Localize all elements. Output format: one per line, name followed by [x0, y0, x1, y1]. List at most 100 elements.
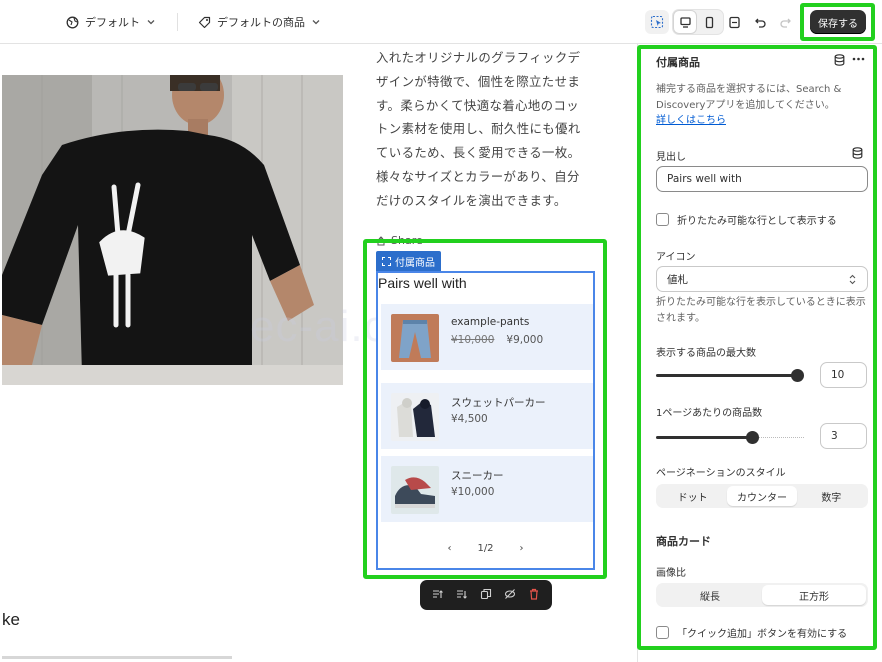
product-name: スウェットパーカー	[451, 397, 546, 409]
pagination-style-label: ページネーションのスタイル	[656, 468, 786, 479]
max-products-input[interactable]: 10	[820, 362, 867, 388]
collapsible-row-label: 折りたたみ可能な行として表示する	[677, 216, 837, 227]
per-page-input[interactable]: 3	[820, 423, 867, 449]
editor-topbar: デフォルト デフォルトの商品 保存する	[0, 0, 882, 44]
selected-block-tag[interactable]: 付属商品	[376, 251, 441, 271]
max-products-label: 表示する商品の最大数	[656, 348, 756, 359]
pagination: ‹ 1/2 ›	[378, 543, 593, 554]
pagination-option-counter[interactable]: カウンター	[727, 486, 797, 506]
preview-canvas: 入れたオリジナルのグラフィックデザインが特徴で、個性を際立たせます。柔らかくて快…	[0, 44, 637, 662]
topbar-divider	[177, 13, 178, 31]
learn-more-link[interactable]: 詳しくはこちら	[656, 115, 726, 126]
select-frame-icon	[382, 256, 391, 266]
slider-handle[interactable]	[746, 431, 759, 444]
slider-rest	[752, 437, 804, 438]
panel-title: 付属商品	[656, 56, 700, 69]
product-thumbnail	[391, 466, 439, 514]
tag-icon	[198, 16, 211, 29]
block-toolbar	[420, 580, 552, 610]
theme-label: デフォルト	[85, 16, 140, 29]
image-ratio-label: 画像比	[656, 568, 686, 579]
pagination-prev-button[interactable]: ‹	[447, 543, 451, 554]
product-price: ¥9,000	[506, 334, 544, 346]
share-icon	[376, 235, 386, 246]
block-tag-label: 付属商品	[395, 257, 435, 269]
duplicate-icon[interactable]	[480, 588, 492, 603]
icon-label: アイコン	[656, 252, 696, 263]
redo-button[interactable]	[773, 10, 797, 34]
per-page-slider[interactable]	[656, 429, 804, 445]
desktop-icon	[679, 16, 692, 29]
product-card[interactable]: スニーカー ¥10,000	[381, 456, 593, 522]
pagination-counter: 1/2	[477, 543, 494, 554]
ratio-option-portrait[interactable]: 縦長	[658, 585, 762, 605]
ratio-option-square[interactable]: 正方形	[762, 585, 866, 605]
move-down-icon[interactable]	[456, 588, 468, 603]
delete-icon[interactable]	[528, 588, 540, 603]
pagination-style-segmented: ドット カウンター 数字	[656, 484, 868, 508]
theme-selector[interactable]: デフォルト	[66, 12, 156, 32]
chevron-down-icon	[311, 17, 321, 27]
product-thumbnail	[391, 314, 439, 362]
heading-label: 見出し	[656, 152, 686, 163]
quick-add-label: 「クイック追加」ボタンを有効にする	[677, 629, 848, 640]
product-price: ¥4,500	[451, 413, 488, 425]
collapsible-row-checkbox[interactable]: 折りたたみ可能な行として表示する	[656, 212, 837, 227]
image-ratio-segmented: 縦長 正方形	[656, 583, 868, 607]
product-name: スニーカー	[451, 470, 504, 482]
move-up-icon[interactable]	[432, 588, 444, 603]
product-description: 入れたオリジナルのグラフィックデザインが特徴で、個性を際立たせます。柔らかくて快…	[376, 50, 581, 208]
compare-price: ¥10,000	[451, 334, 495, 346]
more-options-icon[interactable]	[852, 53, 865, 65]
checkbox[interactable]	[656, 213, 669, 226]
expand-icon	[728, 16, 741, 29]
icon-select[interactable]: 値札	[656, 266, 868, 292]
database-icon[interactable]	[852, 147, 863, 159]
settings-panel: 付属商品 補完する商品を選択するには、Search & Discoveryアプリ…	[637, 44, 882, 662]
pagination-option-numbers[interactable]: 数字	[797, 486, 866, 506]
mobile-view-button[interactable]	[697, 10, 721, 34]
quick-add-checkbox[interactable]: 「クイック追加」ボタンを有効にする	[656, 625, 847, 640]
globe-icon	[66, 16, 79, 29]
product-name: example-pants	[451, 316, 530, 328]
related-products-block[interactable]: Pairs well with example-pants ¥10,000 ¥9…	[376, 271, 595, 570]
share-link[interactable]: Share	[376, 234, 423, 247]
fullwidth-view-button[interactable]	[722, 10, 746, 34]
slider-handle[interactable]	[791, 369, 804, 382]
template-selector[interactable]: デフォルトの商品	[198, 12, 321, 32]
per-page-label: 1ページあたりの商品数	[656, 408, 763, 419]
checkbox[interactable]	[656, 626, 669, 639]
hide-icon[interactable]	[504, 588, 516, 603]
product-thumbnail	[391, 393, 439, 441]
inspector-toggle-button[interactable]	[645, 10, 669, 34]
icon-help: 折りたたみ可能な行を表示しているときに表示されます。	[656, 297, 866, 324]
database-icon[interactable]	[834, 54, 845, 66]
redo-icon	[779, 16, 792, 29]
icon-select-value: 値札	[667, 273, 688, 286]
max-products-slider[interactable]	[656, 367, 804, 383]
heading-input[interactable]: Pairs well with	[656, 166, 868, 192]
panel-help: 補完する商品を選択するには、Search & Discoveryアプリを追加して…	[656, 82, 866, 129]
product-card-heading: 商品カード	[656, 535, 711, 548]
help-text: 補完する商品を選択するには、Search & Discoveryアプリを追加して…	[656, 84, 842, 111]
product-card[interactable]: example-pants ¥10,000 ¥9,000	[381, 304, 593, 370]
undo-icon	[754, 16, 767, 29]
section-heading-fragment: ke	[2, 610, 20, 629]
slider-track	[656, 374, 798, 377]
select-chevron-icon	[848, 274, 857, 285]
product-card[interactable]: スウェットパーカー ¥4,500	[381, 383, 593, 449]
chevron-down-icon	[146, 17, 156, 27]
mobile-icon	[703, 16, 716, 29]
horizontal-scrollbar[interactable]	[2, 656, 232, 659]
cursor-select-icon	[650, 15, 664, 29]
template-label: デフォルトの商品	[217, 16, 305, 29]
undo-button[interactable]	[748, 10, 772, 34]
pagination-next-button[interactable]: ›	[520, 543, 524, 554]
share-label: Share	[391, 234, 423, 247]
save-button[interactable]: 保存する	[810, 10, 866, 34]
product-price: ¥10,000	[451, 486, 495, 498]
desktop-view-button[interactable]	[673, 10, 697, 34]
slider-track	[656, 436, 753, 439]
block-title: Pairs well with	[378, 275, 467, 291]
pagination-option-dots[interactable]: ドット	[658, 486, 727, 506]
